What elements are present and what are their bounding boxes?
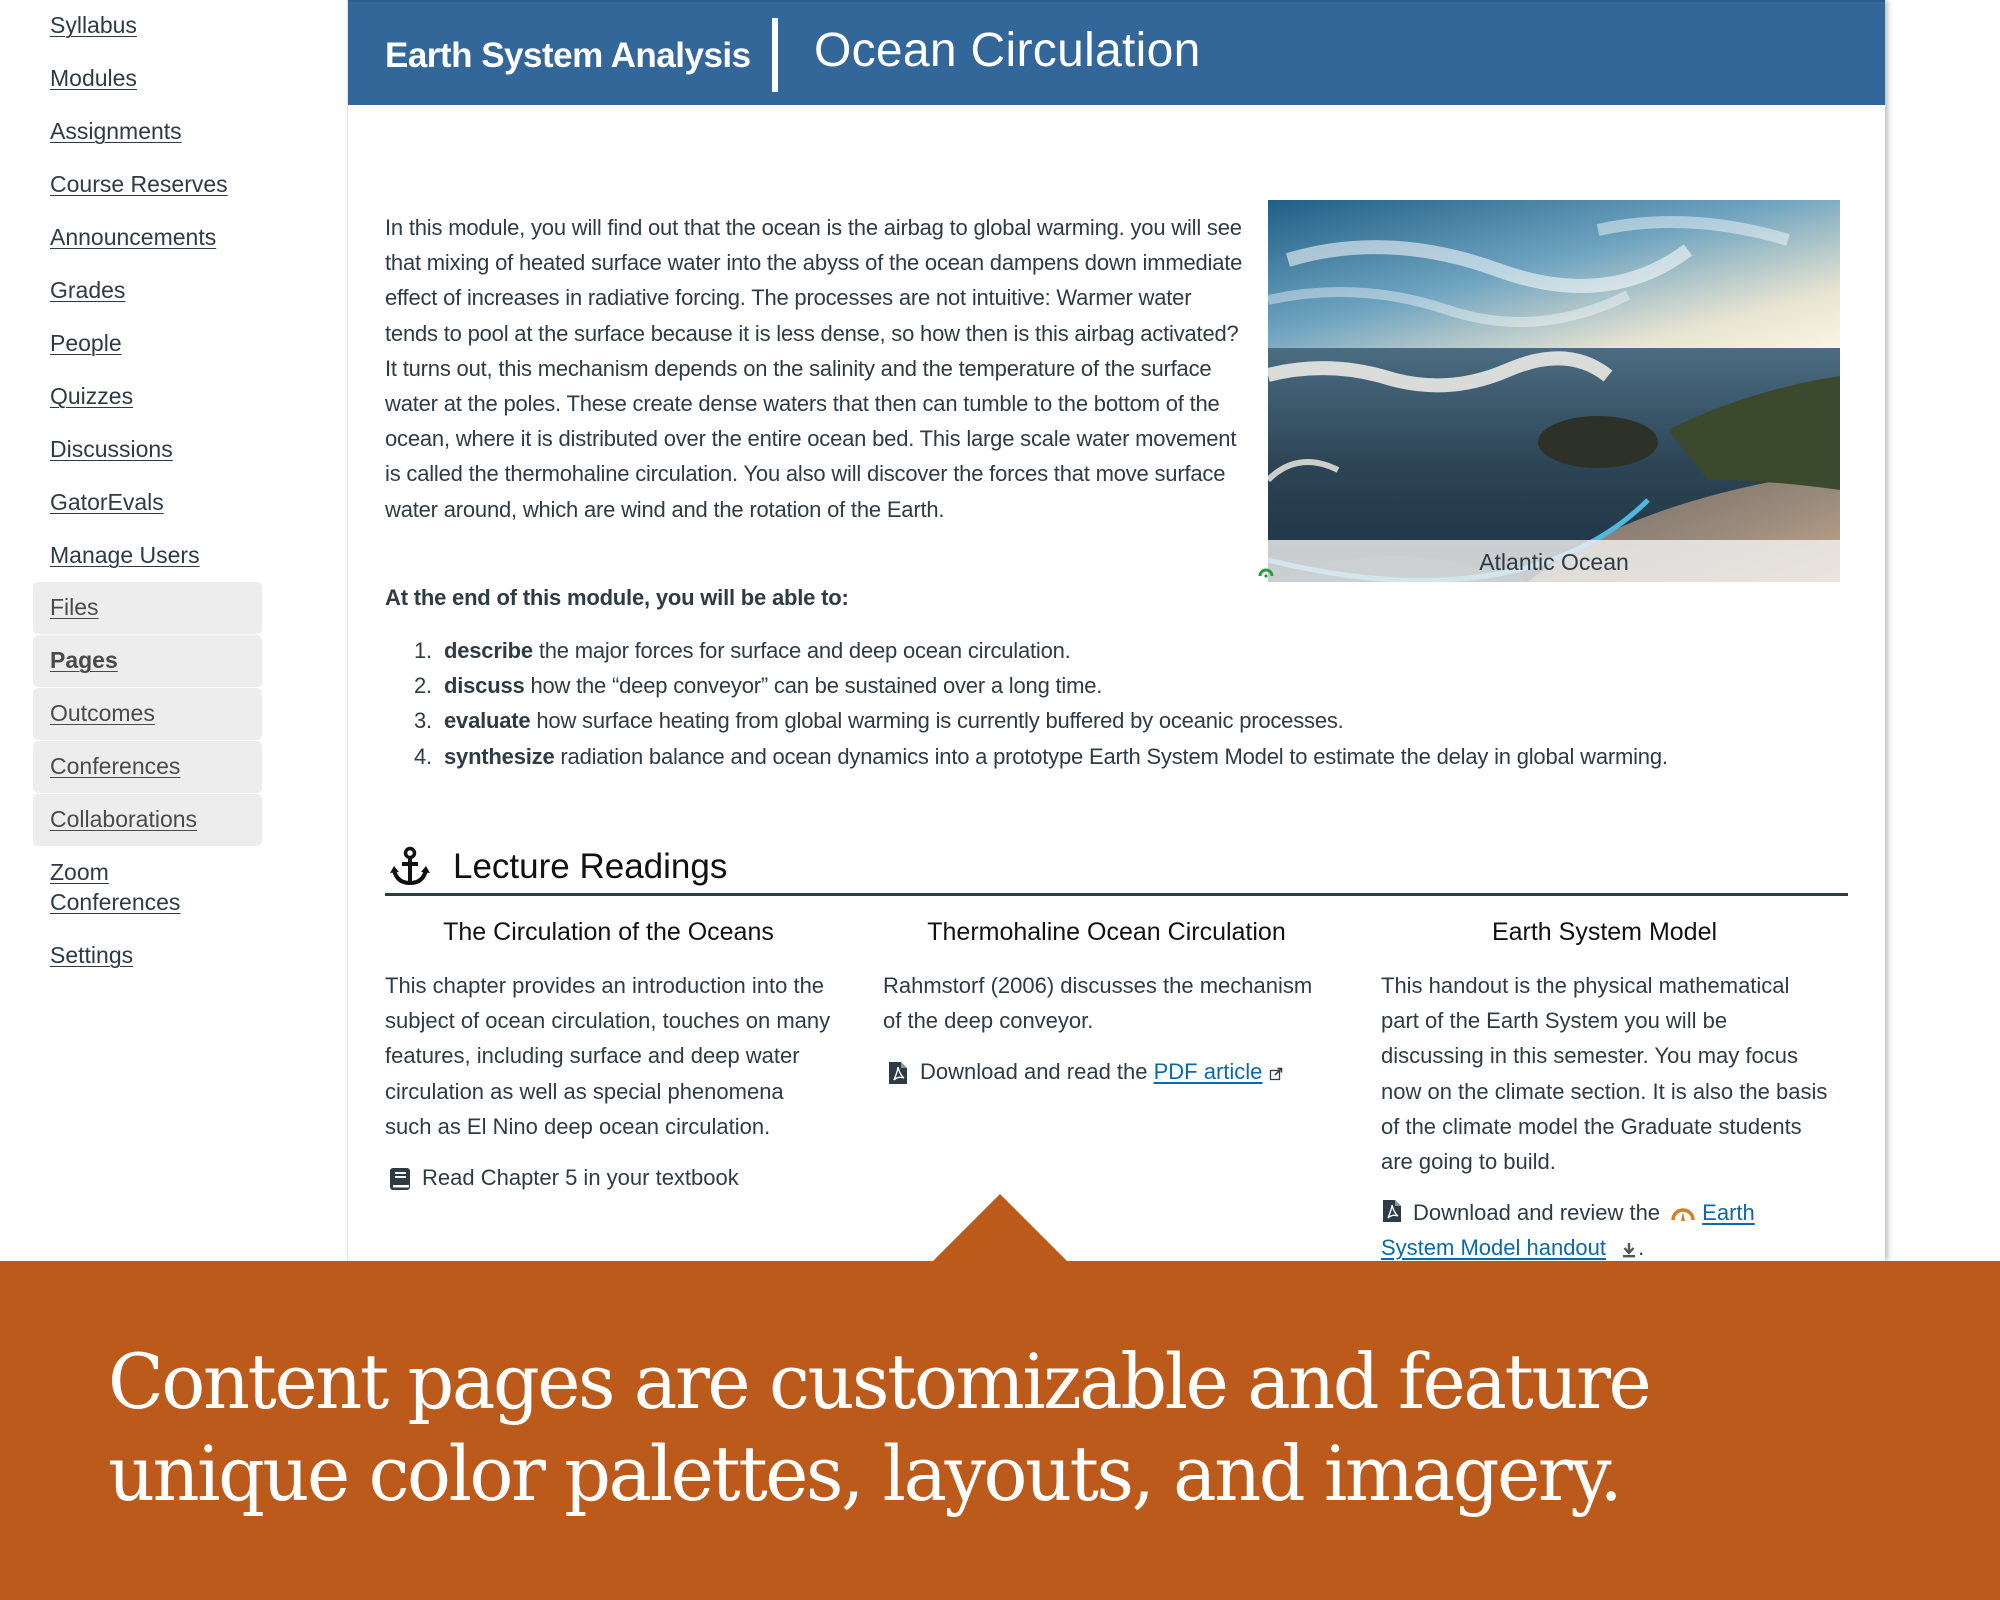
nav-link-assignments[interactable]: Assignments: [50, 116, 182, 146]
section-title: Lecture Readings: [453, 847, 728, 886]
objective-number: 1.: [414, 638, 432, 663]
nav-link-modules[interactable]: Modules: [50, 63, 137, 93]
nav-link-outcomes[interactable]: Outcomes: [50, 698, 155, 728]
nav-link-pages[interactable]: Pages: [50, 645, 118, 675]
nav-item-outcomes[interactable]: Outcomes: [33, 688, 262, 740]
header-divider: [772, 18, 778, 92]
objectives-heading: At the end of this module, you will be a…: [385, 585, 849, 610]
objective-item: 1. describe the major forces for surface …: [385, 633, 1835, 668]
reading-action-text: Download and read the: [920, 1059, 1154, 1085]
objective-number: 3.: [414, 708, 432, 734]
reading-description: Rahmstorf (2006) discusses the mechanism…: [883, 973, 1313, 1034]
callout-pointer: [932, 1194, 1068, 1262]
nav-item-modules[interactable]: Modules: [33, 53, 262, 105]
reading-description: This chapter provides an introduction in…: [385, 973, 831, 1139]
nav-link-gatorevals[interactable]: GatorEvals: [50, 487, 164, 517]
accessibility-check-icon[interactable]: [1258, 566, 1274, 578]
nav-link-collaborations[interactable]: Collaborations: [50, 804, 197, 834]
nav-item-gatorevals[interactable]: GatorEvals: [33, 477, 262, 529]
nav-item-quizzes[interactable]: Quizzes: [33, 371, 262, 423]
anchor-icon: [390, 846, 430, 886]
intro-paragraph: In this module, you will find out that t…: [385, 215, 1243, 522]
course-name: Earth System Analysis: [385, 36, 751, 75]
atlantic-ocean-image: Atlantic Ocean: [1268, 200, 1840, 582]
nav-item-pages[interactable]: Pages: [33, 635, 262, 687]
reading-title: Earth System Model: [1491, 918, 1718, 946]
nav-item-conferences[interactable]: Conferences: [33, 741, 262, 793]
objective-verb: discuss: [444, 673, 525, 699]
nav-item-syllabus[interactable]: Syllabus: [33, 0, 262, 52]
nav-item-grades[interactable]: Grades: [33, 265, 262, 317]
nav-item-discussions[interactable]: Discussions: [33, 424, 262, 476]
image-caption: Atlantic Ocean: [1268, 540, 1840, 582]
nav-link-quizzes[interactable]: Quizzes: [50, 381, 133, 411]
nav-link-settings[interactable]: Settings: [50, 940, 133, 970]
objective-item: 4. synthesize radiation balance and ocean…: [385, 739, 1835, 774]
nav-link-people[interactable]: People: [50, 328, 122, 358]
learning-objectives-list: 1. describe the major forces for surface …: [385, 633, 1835, 774]
nav-item-files[interactable]: Files: [33, 582, 262, 634]
course-navigation: Syllabus Modules Assignments Course Rese…: [0, 0, 340, 1261]
reading-card-thermohaline: Thermohaline Ocean Circulation Rahmstorf…: [883, 910, 1330, 1090]
nav-item-people[interactable]: People: [33, 318, 262, 370]
objective-text: the major forces for surface and deep oc…: [532, 638, 1071, 663]
objective-verb: describe: [444, 638, 533, 663]
nav-link-discussions[interactable]: Discussions: [50, 434, 173, 464]
nav-link-files[interactable]: Files: [50, 592, 99, 622]
reading-description: This handout is the physical mathematica…: [1381, 973, 1828, 1175]
lecture-readings-heading: Lecture Readings: [385, 842, 1848, 896]
callout-text: Content pages are customizable and featu…: [108, 1337, 1652, 1518]
objective-number: 2.: [414, 673, 432, 699]
feature-callout-banner: Content pages are customizable and featu…: [0, 1194, 2000, 1600]
nav-item-course-reserves[interactable]: Course Reserves: [33, 159, 262, 211]
objective-item: 2. discuss how the “deep conveyor” can be…: [385, 668, 1835, 703]
reading-action: Download and read the PDF article: [883, 1054, 1330, 1089]
nav-item-assignments[interactable]: Assignments: [33, 106, 262, 158]
nav-item-settings[interactable]: Settings: [33, 930, 262, 982]
nav-link-conferences[interactable]: Conferences: [50, 751, 180, 781]
reading-card-circulation-oceans: The Circulation of the Oceans This chapt…: [385, 910, 832, 1195]
objective-item: 3. evaluate how surface heating from glob…: [385, 703, 1835, 738]
reading-action: Read Chapter 5 in your textbook: [385, 1160, 832, 1195]
objective-verb: evaluate: [444, 708, 531, 734]
objective-verb: synthesize: [444, 743, 555, 769]
page-header-banner: Earth System Analysis Ocean Circulation: [348, 0, 1885, 105]
page-content: Earth System Analysis Ocean Circulation …: [347, 0, 1885, 1261]
objective-number: 4.: [414, 743, 432, 769]
nav-link-syllabus[interactable]: Syllabus: [50, 10, 137, 40]
pdf-article-link[interactable]: PDF article: [1154, 1059, 1263, 1084]
nav-item-announcements[interactable]: Announcements: [33, 212, 262, 264]
reading-title: Thermohaline Ocean Circulation: [927, 918, 1286, 946]
nav-item-manage-users[interactable]: Manage Users: [33, 530, 262, 582]
nav-link-grades[interactable]: Grades: [50, 275, 125, 305]
nav-link-zoom-conferences[interactable]: Zoom Conferences: [50, 857, 190, 917]
nav-item-zoom-conferences[interactable]: Zoom Conferences: [33, 847, 262, 927]
nav-item-collaborations[interactable]: Collaborations: [33, 794, 262, 846]
pdf-file-icon: [889, 1062, 907, 1085]
reading-action-text: Read Chapter 5 in your textbook: [422, 1165, 739, 1191]
external-link-icon: [1269, 1067, 1282, 1080]
objective-text: how the “deep conveyor” can be sustained…: [524, 673, 1103, 699]
nav-link-manage-users[interactable]: Manage Users: [50, 540, 200, 570]
objective-text: radiation balance and ocean dynamics int…: [554, 743, 1668, 769]
nav-link-course-reserves[interactable]: Course Reserves: [50, 169, 228, 199]
reading-title: The Circulation of the Oceans: [443, 918, 774, 946]
ocean-beach-photo: [1268, 200, 1840, 582]
objective-text: how surface heating from global warming …: [530, 708, 1344, 734]
nav-link-announcements[interactable]: Announcements: [50, 222, 216, 252]
page-title: Ocean Circulation: [814, 24, 1201, 77]
book-icon: [390, 1168, 410, 1191]
